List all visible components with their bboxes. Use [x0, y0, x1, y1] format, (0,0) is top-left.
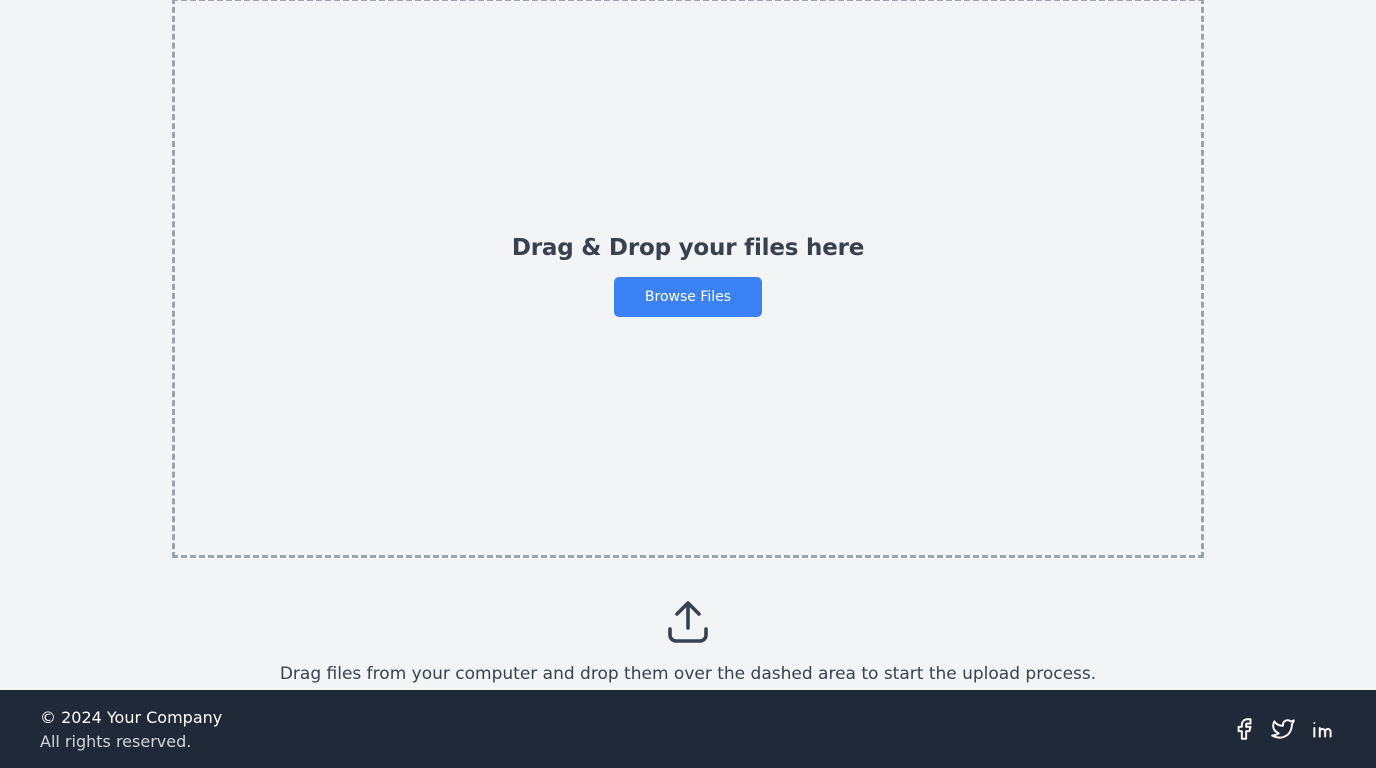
drop-zone[interactable]: Drag & Drop your files here Browse Files — [172, 0, 1204, 558]
twitter-icon[interactable] — [1270, 716, 1296, 742]
upload-icon — [667, 601, 709, 643]
browse-files-button[interactable]: Browse Files — [614, 277, 762, 317]
facebook-icon[interactable] — [1231, 716, 1257, 742]
upload-instructions: Drag files from your computer and drop t… — [279, 664, 1097, 684]
footer: © 2024 Your Company All rights reserved. — [0, 690, 1376, 768]
footer-copyright: © 2024 Your Company — [40, 708, 223, 727]
drop-zone-title: Drag & Drop your files here — [511, 235, 865, 261]
upload-page: Drag & Drop your files here Browse Files… — [0, 0, 1376, 768]
footer-rights: All rights reserved. — [40, 732, 192, 751]
linkedin-icon[interactable] — [1310, 716, 1336, 742]
